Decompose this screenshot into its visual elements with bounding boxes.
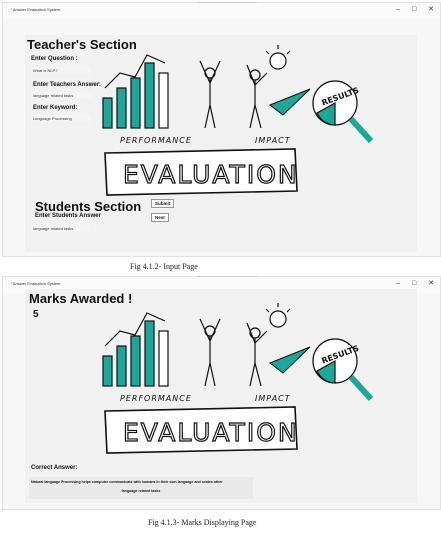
keyword-input[interactable]: Language Processing <box>31 115 91 122</box>
correct-answer-line-2: language related tasks <box>121 489 161 493</box>
bar-chart-art <box>102 312 169 387</box>
student-section-heading: Students Section <box>35 199 142 214</box>
impact-art-text: IMPACT <box>255 394 291 403</box>
window-title-text: Answer Evaluation System <box>12 7 61 12</box>
art-bar-1 <box>102 355 113 387</box>
minimize-button[interactable]: – <box>396 280 400 287</box>
art-bar-3 <box>130 77 141 129</box>
evaluation-art-text: EVALUATION <box>123 160 299 189</box>
art-bar-5 <box>158 330 169 387</box>
student-answer-label: Enter Students Answer <box>35 213 101 219</box>
performance-art-text: PERFORMANCE <box>120 394 192 403</box>
question-label: Enter Question : <box>31 56 78 62</box>
evaluation-banner: EVALUATION <box>104 148 299 196</box>
keyword-label: Enter Keyword: <box>33 105 78 111</box>
person-lightbulb-icon <box>246 45 291 129</box>
result-panel: Marks Awarded ! 5 RESULTS PERFORMANCE IM… <box>25 289 417 503</box>
question-input[interactable]: What is NLP? <box>31 67 91 74</box>
art-bar-2 <box>116 87 127 129</box>
bar-chart-art <box>102 54 169 129</box>
magnifier-results-icon: RESULTS <box>312 338 374 402</box>
title-divider <box>197 276 257 277</box>
window-controls: – □ ✕ <box>386 5 434 13</box>
feather-icon: ᶠ <box>11 7 12 12</box>
maximize-button[interactable]: □ <box>412 280 416 287</box>
correct-answer-box: Natural language Processing helps comput… <box>29 477 253 499</box>
input-page-caption: Fig 4.1.2- Input Page <box>130 262 198 271</box>
magnifier-results-icon: RESULTS <box>312 80 374 144</box>
window-title-text: Answer Evaluation System <box>12 281 61 286</box>
evaluation-illustration: RESULTS PERFORMANCE IMPACT EVALUATION <box>102 303 374 454</box>
submit-button[interactable]: Submit <box>151 199 175 208</box>
teacher-answer-label: Enter Teachers Answer: <box>33 82 102 88</box>
paper-plane-icon <box>268 88 311 116</box>
impact-art-text: IMPACT <box>255 136 291 145</box>
form-panel: Teacher's Section Enter Question : What … <box>25 35 417 252</box>
maximize-button[interactable]: □ <box>412 6 416 13</box>
marks-page-caption: Fig 4.1.3- Marks Displaying Page <box>148 518 257 527</box>
feather-icon: ᶠ <box>11 281 12 286</box>
title-divider <box>197 2 257 3</box>
correct-answer-label: Correct Answer: <box>31 465 78 471</box>
window-controls: – □ ✕ <box>386 279 434 287</box>
evaluation-banner: EVALUATION <box>104 406 299 454</box>
evaluation-art-text: EVALUATION <box>123 418 299 447</box>
close-button[interactable]: ✕ <box>428 280 434 287</box>
art-bar-2 <box>116 345 127 387</box>
title-bar: ᶠ Answer Evaluation System – □ ✕ <box>3 2 440 19</box>
correct-answer-line-1: Natural language Processing helps comput… <box>31 480 223 484</box>
next-button[interactable]: Next <box>151 213 169 222</box>
teacher-answer-input[interactable]: language related tasks <box>31 92 91 99</box>
performance-art-text: PERFORMANCE <box>120 136 192 145</box>
close-button[interactable]: ✕ <box>428 6 434 13</box>
student-answer-input[interactable]: language related tasks <box>31 225 91 232</box>
person-lightbulb-icon <box>246 303 291 387</box>
art-bar-4 <box>144 320 155 387</box>
art-bar-3 <box>130 335 141 387</box>
person-arms-up-icon <box>199 60 221 129</box>
minimize-button[interactable]: – <box>396 6 400 13</box>
evaluation-illustration: RESULTS PERFORMANCE IMPACT EVALUATION <box>102 45 374 196</box>
person-arms-up-icon <box>199 318 221 387</box>
window-title: ᶠ Answer Evaluation System <box>11 281 60 286</box>
art-bar-5 <box>158 72 169 129</box>
window-title: ᶠ Answer Evaluation System <box>11 7 60 12</box>
window-input-page: ᶠ Answer Evaluation System – □ ✕ Teacher… <box>2 2 441 257</box>
paper-plane-icon <box>268 346 311 374</box>
window-marks-page: ᶠ Answer Evaluation System – □ ✕ Marks A… <box>2 276 441 510</box>
art-bar-1 <box>102 97 113 129</box>
art-bar-4 <box>144 62 155 129</box>
marks-value: 5 <box>33 309 39 320</box>
